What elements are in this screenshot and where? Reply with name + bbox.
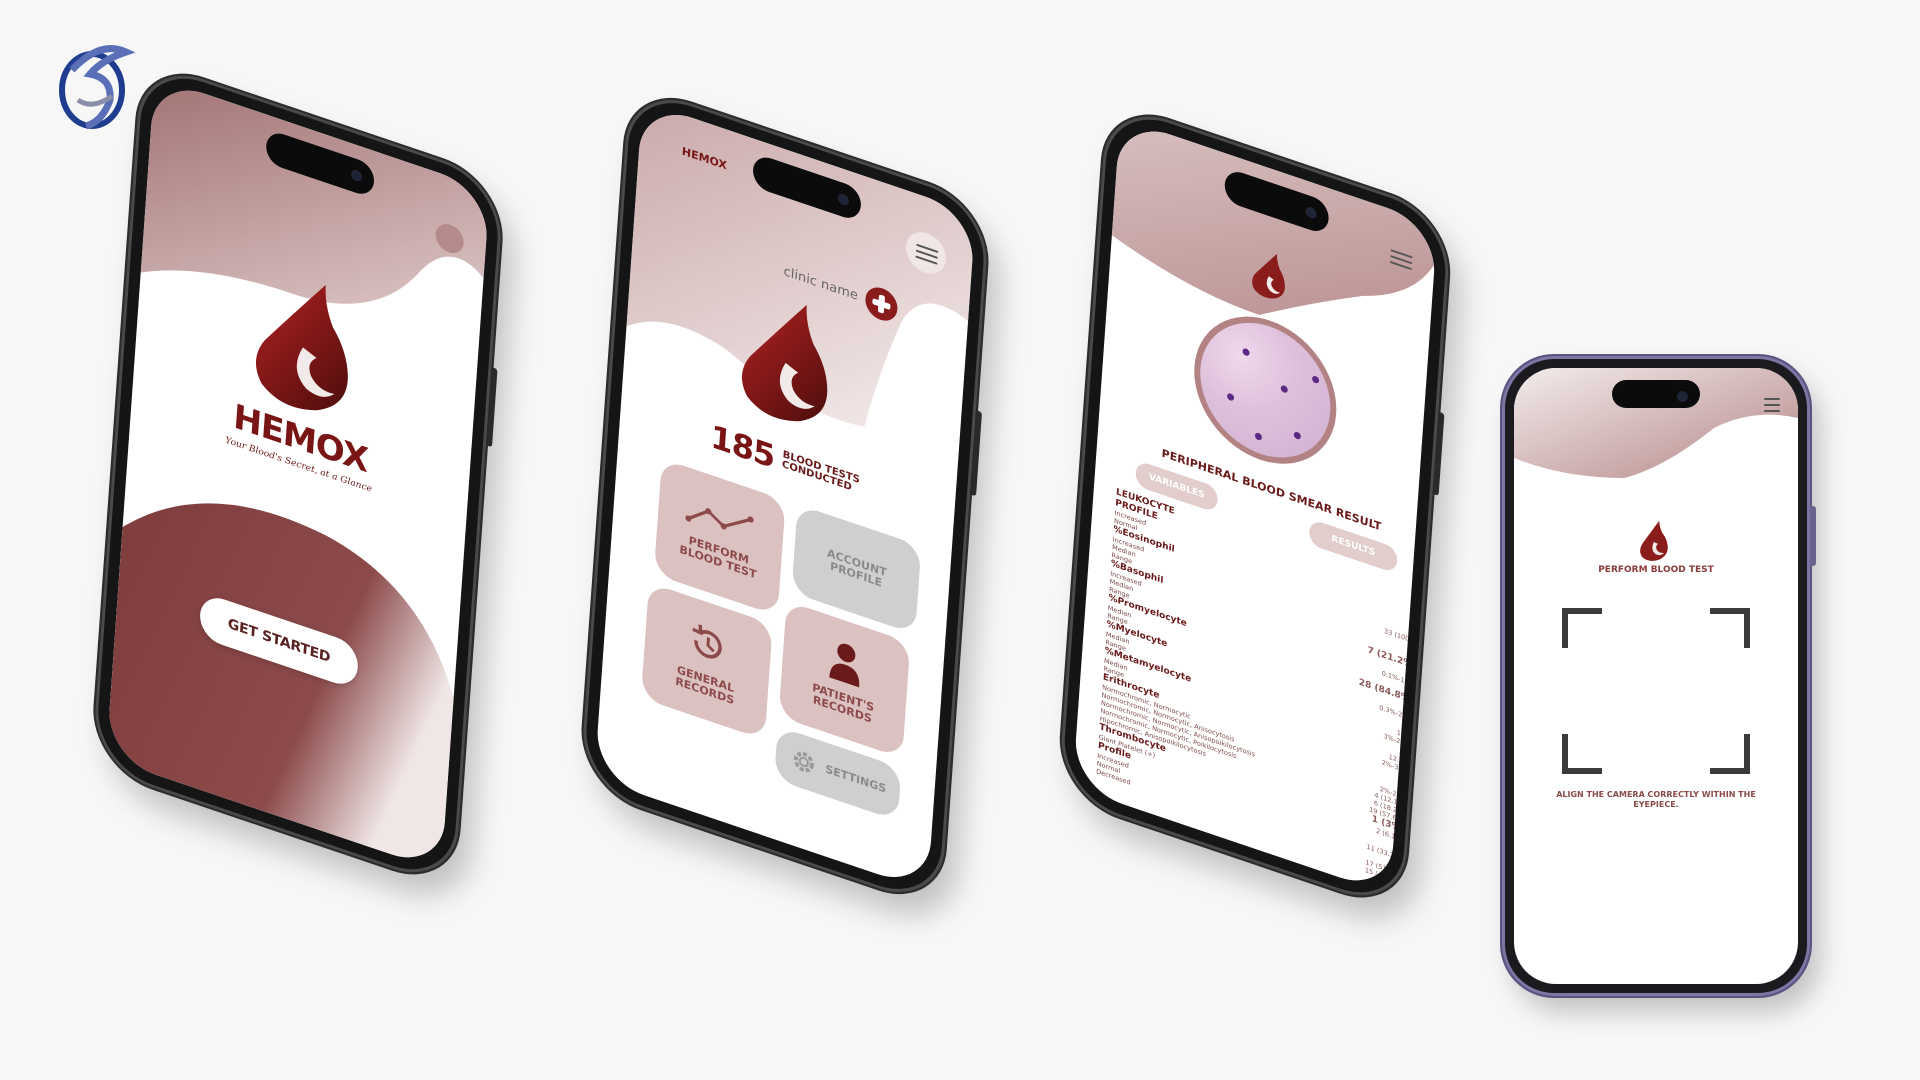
phone-home: HEMOX clinic name 185 BLOOD TESTS CONDUC… [579,82,991,910]
result-value: 4% [1402,703,1414,715]
camera-screen: PERFORM BLOOD TEST ALIGN THE CAMERA CORR… [1514,368,1798,984]
viewfinder-corner-icon [1710,734,1750,774]
results-screen: PERIPHERAL BLOOD SMEAR RESULT VARIABLES … [1072,117,1438,895]
viewfinder-corner-icon [1710,608,1750,648]
result-value [1420,612,1421,620]
result-value [1420,601,1421,612]
phone-results: PERIPHERAL BLOOD SMEAR RESULT VARIABLES … [1057,99,1453,913]
result-value [1410,749,1411,760]
blood-drop-logo [1640,520,1668,561]
viewfinder-corner-icon [1562,608,1602,648]
camera-instruction: ALIGN THE CAMERA CORRECTLY WITHIN THE EY… [1556,790,1756,809]
result-value [1402,862,1403,870]
camera-background [1514,368,1798,478]
result-value [1417,654,1418,662]
result-value [1403,844,1404,855]
tile-label: GENERAL RECORDS [674,663,735,708]
company-logo [59,45,136,130]
result-value [1421,590,1422,601]
person-icon [829,644,860,688]
result-value: 7% [1396,782,1408,794]
result-label [1095,775,1096,783]
viewfinder-corner-icon [1562,734,1602,774]
phone-camera: PERFORM BLOOD TEST ALIGN THE CAMERA CORR… [1502,356,1816,996]
tile-label: PATIENT'S RECORDS [811,681,875,726]
result-value [1418,628,1419,639]
tile-label: ACCOUNT PROFILE [826,546,888,590]
camera-title: PERFORM BLOOD TEST [1598,565,1714,575]
tile-label: SETTINGS [824,762,887,796]
menu-icon [915,243,939,267]
result-value: 3% [1404,669,1416,681]
phone-splash: HEMOX Your Blood's Secret, at a Glance G… [91,58,505,890]
result-value [1411,723,1412,734]
result-value: 0 [1412,644,1418,654]
result-value [1414,688,1415,696]
home-screen: HEMOX clinic name 185 BLOOD TESTS CONDUC… [594,101,976,891]
dynamic-island [1612,380,1700,408]
result-value [1419,620,1420,628]
splash-screen: HEMOX Your Blood's Secret, at a Glance G… [106,76,490,872]
menu-icon[interactable] [1764,398,1780,414]
result-label [1095,783,1096,791]
gear-icon [793,751,814,773]
history-clock-icon [692,624,722,660]
result-value [1408,775,1409,786]
